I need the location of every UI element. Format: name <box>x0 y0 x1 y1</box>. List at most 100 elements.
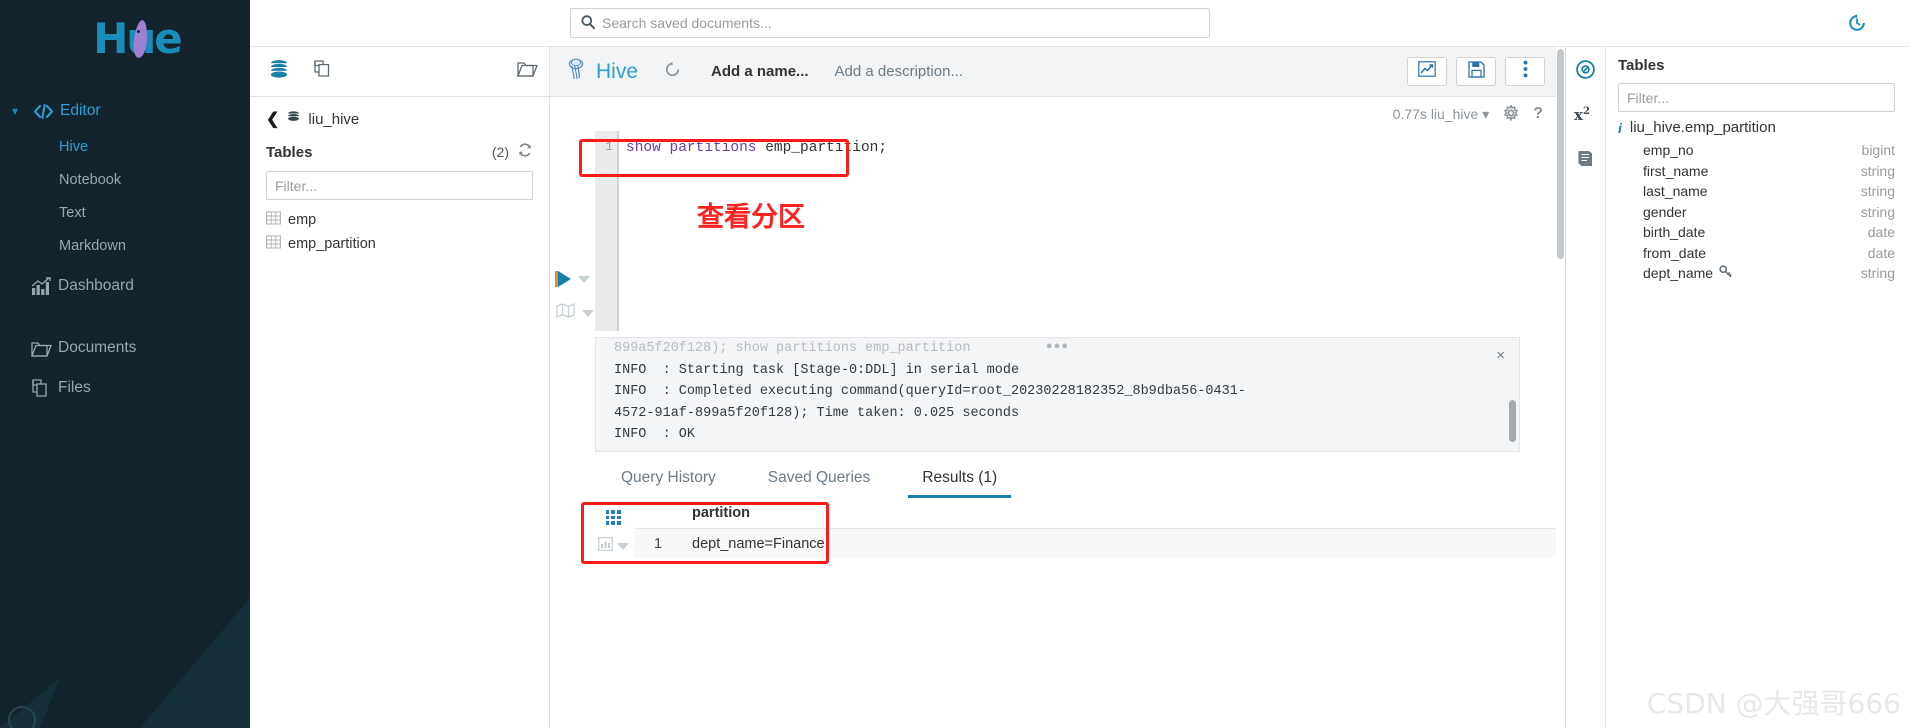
chart-view-button[interactable] <box>597 537 629 556</box>
gear-icon[interactable] <box>1503 103 1519 124</box>
column-birth-date[interactable]: birth_date date <box>1618 222 1895 243</box>
column-name: dept_name <box>1643 265 1714 282</box>
execute-button[interactable] <box>555 271 590 287</box>
assist-table-emp-partition[interactable]: emp_partition <box>266 232 533 256</box>
assist-table-emp[interactable]: emp <box>266 208 533 232</box>
sidebar-item-notebook[interactable]: Notebook <box>0 163 250 196</box>
global-search[interactable]: Search saved documents... <box>570 8 1210 38</box>
editor-vertical-scrollbar[interactable] <box>1556 47 1565 728</box>
assist-db-name: liu_hive <box>308 110 360 128</box>
column-type: date <box>1867 224 1895 241</box>
table-row[interactable]: 1 dept_name=Finance <box>634 528 1565 558</box>
assist-tables-label: Tables <box>266 143 313 161</box>
search-input[interactable]: Search saved documents... <box>570 8 1210 38</box>
right-panel-table-entry[interactable]: i liu_hive.emp_partition <box>1618 119 1895 136</box>
sidebar-item-editor[interactable]: ▾ Editor <box>0 92 250 130</box>
database-icon[interactable] <box>268 58 290 85</box>
function-icon[interactable]: x 2 <box>1574 105 1597 129</box>
tab-saved-queries[interactable]: Saved Queries <box>742 469 897 498</box>
right-panel-body: Tables Filter... i liu_hive.emp_partitio… <box>1606 47 1909 728</box>
column-first-name[interactable]: first_name string <box>1618 161 1895 182</box>
info-icon[interactable]: i <box>1618 120 1622 136</box>
tab-saved-queries-label: Saved Queries <box>767 469 871 486</box>
column-dept-name[interactable]: dept_name string <box>1618 263 1895 284</box>
sidebar-item-notebook-label: Notebook <box>59 171 122 188</box>
close-icon[interactable]: × <box>1496 347 1505 364</box>
sidebar-item-markdown[interactable]: Markdown <box>0 229 250 262</box>
query-description-input[interactable]: Add a description... <box>835 63 963 80</box>
question-mark-icon[interactable]: ? <box>1533 105 1543 123</box>
sidebar-item-editor-label: Editor <box>60 102 101 119</box>
column-type: string <box>1860 162 1895 179</box>
log-drag-handle[interactable]: ●●● <box>1046 340 1069 352</box>
chevron-down-icon[interactable] <box>616 543 629 550</box>
folder-open-icon[interactable] <box>516 59 539 84</box>
compass-icon[interactable] <box>1575 59 1596 85</box>
content-row: ❮ liu_hive Tables (2) Filter... emp emp_… <box>250 46 1909 728</box>
play-icon <box>555 271 571 287</box>
query-status[interactable]: 0.77s liu_hive ▾ <box>1393 106 1490 123</box>
column-name: last_name <box>1643 183 1708 200</box>
refresh-icon[interactable] <box>517 142 533 162</box>
chart-icon <box>24 276 58 296</box>
chart-button[interactable] <box>1407 57 1447 86</box>
search-placeholder: Search saved documents... <box>602 15 772 31</box>
log-line-1: INFO : Starting task [Stage-0:DDL] in se… <box>614 362 1020 378</box>
app-logo[interactable]: Hue <box>0 0 250 78</box>
right-panel-table-name: liu_hive.emp_partition <box>1629 119 1776 136</box>
sidebar-item-text[interactable]: Text <box>0 196 250 229</box>
more-button[interactable] <box>1505 57 1545 86</box>
book-icon[interactable] <box>1575 149 1596 174</box>
vertical-dots-icon <box>1523 60 1528 83</box>
results-grid: partition 1 dept_name=Finance <box>550 498 1565 564</box>
right-panel-filter-input[interactable]: Filter... <box>1618 83 1895 112</box>
assist-tables-header: Tables (2) <box>266 142 533 162</box>
sidebar-item-dashboard[interactable]: Dashboard <box>0 266 250 306</box>
table-grid-icon <box>266 235 281 253</box>
sidebar-item-hive[interactable]: Hive <box>0 130 250 163</box>
column-type: date <box>1867 244 1895 261</box>
results-header-row: partition <box>634 498 1565 528</box>
sidebar-item-files[interactable]: Files <box>0 368 250 408</box>
row-value-partition: dept_name=Finance <box>692 535 825 552</box>
hive-icon <box>566 57 588 87</box>
scrollbar-thumb[interactable] <box>1557 49 1564 259</box>
top-bar: Search saved documents... <box>250 0 1909 46</box>
query-name-input[interactable]: Add a name... <box>711 63 809 80</box>
column-name: from_date <box>1643 244 1707 261</box>
column-gender[interactable]: gender string <box>1618 202 1895 223</box>
sidebar-item-files-label: Files <box>58 379 91 396</box>
column-last-name[interactable]: last_name string <box>1618 181 1895 202</box>
chevron-down-icon[interactable] <box>578 275 590 283</box>
tab-results[interactable]: Results (1) <box>896 469 1023 498</box>
chevron-left-icon[interactable]: ❮ <box>266 109 279 129</box>
save-button[interactable] <box>1456 57 1496 86</box>
tab-query-history[interactable]: Query History <box>595 469 742 498</box>
assist-filter-placeholder: Filter... <box>275 177 318 194</box>
sidebar-item-documents[interactable]: Documents <box>0 328 250 368</box>
sidebar-item-text-label: Text <box>59 204 86 221</box>
map-button[interactable] <box>556 303 594 323</box>
assist-breadcrumb[interactable]: ❮ liu_hive <box>266 109 533 129</box>
editor-column: Hive Add a name... Add a description... <box>550 47 1565 728</box>
documents-icon[interactable] <box>312 58 334 85</box>
right-panel-filter-placeholder: Filter... <box>1627 89 1670 106</box>
assist-panel-tabs <box>250 47 549 97</box>
assist-table-emp-label: emp <box>288 212 317 228</box>
assist-filter-input[interactable]: Filter... <box>266 171 533 200</box>
column-emp-no[interactable]: emp_no bigint <box>1618 140 1895 161</box>
editor-code-line[interactable]: show partitions emp_partition; 查看分区 <box>619 131 1565 331</box>
column-type: string <box>1860 265 1895 282</box>
grid-view-icon[interactable] <box>605 510 621 525</box>
column-from-date[interactable]: from_date date <box>1618 243 1895 264</box>
sql-keyword: show partitions <box>626 140 766 156</box>
ace-editor[interactable]: 1 show partitions emp_partition; 查看分区 <box>595 131 1565 331</box>
results-column-partition: partition <box>692 505 750 521</box>
history-icon[interactable] <box>664 61 681 83</box>
engine-selector[interactable]: Hive <box>566 57 638 87</box>
log-scrollbar[interactable] <box>1509 400 1516 442</box>
chevron-down-icon[interactable] <box>582 309 594 317</box>
results-table: partition 1 dept_name=Finance <box>634 498 1565 558</box>
results-section: ●●● 899a5f20f128); show partitions emp_p… <box>550 331 1565 728</box>
job-history-icon[interactable] <box>1847 13 1867 38</box>
